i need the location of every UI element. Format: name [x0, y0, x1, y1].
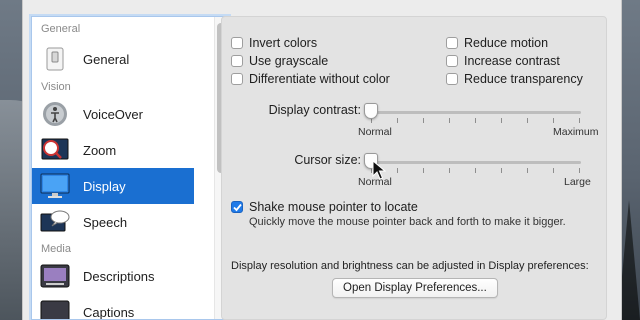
differentiate-without-color-option[interactable]: Differentiate without color — [231, 72, 390, 86]
slider-tick — [449, 118, 450, 123]
sidebar-item-label: Speech — [83, 214, 128, 230]
shake-pointer-description: Quickly move the mouse pointer back and … — [249, 216, 566, 228]
display-contrast-label: Display contrast: — [268, 103, 361, 117]
slider-tick — [553, 118, 554, 123]
switch-icon — [40, 45, 70, 73]
slider-tick — [579, 168, 580, 173]
speech-icon — [40, 208, 70, 236]
captions-icon — [40, 298, 70, 319]
sidebar-item-zoom[interactable]: Zoom — [32, 132, 194, 168]
sidebar-item-display[interactable]: Display — [32, 168, 194, 204]
use-grayscale-checkbox[interactable] — [231, 55, 243, 67]
slider-track — [369, 111, 581, 114]
sidebar-item-label: Display — [83, 178, 126, 194]
contrast-min-label: Normal — [358, 126, 392, 138]
increase-contrast-checkbox[interactable] — [446, 55, 458, 67]
slider-tick — [397, 118, 398, 123]
slider-tick — [423, 168, 424, 173]
sidebar-item-captions[interactable]: Captions — [32, 294, 194, 320]
checkbox-label: Use grayscale — [249, 54, 329, 68]
increase-contrast-option[interactable]: Increase contrast — [446, 54, 560, 68]
sidebar-item-descriptions[interactable]: Descriptions — [32, 258, 194, 294]
invert-colors-option[interactable]: Invert colors — [231, 36, 317, 50]
checkbox-label: Reduce motion — [464, 36, 549, 50]
shake-pointer-checkbox[interactable] — [231, 201, 243, 213]
cursor-size-slider[interactable] — [364, 153, 581, 173]
slider-tick — [475, 168, 476, 173]
slider-tick — [501, 118, 502, 123]
sidebar-item-label: Captions — [83, 304, 135, 320]
reduce-motion-option[interactable]: Reduce motion — [446, 36, 548, 50]
slider-tick — [579, 118, 580, 123]
sidebar-item-label: Zoom — [83, 142, 117, 158]
category-sidebar[interactable]: General General Vision VoiceOver Zoom Di — [31, 16, 229, 320]
slider-tick — [475, 118, 476, 123]
reduce-transparency-checkbox[interactable] — [446, 73, 458, 85]
display-contrast-slider[interactable] — [364, 103, 581, 123]
display-icon — [40, 172, 70, 200]
descriptions-icon — [40, 262, 70, 290]
slider-tick — [501, 168, 502, 173]
use-grayscale-option[interactable]: Use grayscale — [231, 54, 328, 68]
slider-tick — [553, 168, 554, 173]
checkbox-label: Differentiate without color — [249, 72, 390, 86]
display-contrast-knob[interactable] — [364, 103, 378, 119]
sidebar-item-voiceover[interactable]: VoiceOver — [32, 96, 194, 132]
sidebar-item-speech[interactable]: Speech — [32, 204, 194, 240]
sidebar-item-label: VoiceOver — [83, 106, 143, 122]
sidebar-item-label: General — [83, 51, 130, 67]
display-preferences-note: Display resolution and brightness can be… — [231, 260, 589, 272]
cursor-size-label: Cursor size: — [294, 153, 361, 167]
slider-tick — [397, 168, 398, 173]
shake-pointer-option[interactable]: Shake mouse pointer to locate — [231, 200, 418, 214]
open-display-preferences-button[interactable]: Open Display Preferences... — [332, 278, 498, 298]
contrast-max-label: Maximum — [553, 126, 599, 138]
reduce-transparency-option[interactable]: Reduce transparency — [446, 72, 583, 86]
checkbox-label: Shake mouse pointer to locate — [249, 200, 418, 214]
reduce-motion-checkbox[interactable] — [446, 37, 458, 49]
sidebar-item-label: Descriptions — [83, 268, 155, 284]
section-header-general: General — [41, 23, 81, 35]
slider-track — [369, 161, 581, 164]
checkbox-label: Increase contrast — [464, 54, 560, 68]
slider-tick — [527, 168, 528, 173]
slider-tick — [423, 118, 424, 123]
differentiate-without-color-checkbox[interactable] — [231, 73, 243, 85]
sidebar-item-general[interactable]: General — [32, 41, 194, 77]
section-header-media: Media — [41, 243, 71, 255]
voiceover-icon — [40, 100, 70, 128]
cursor-max-label: Large — [564, 176, 591, 188]
display-settings-pane: Invert colors Use grayscale Differentiat… — [221, 16, 607, 320]
slider-tick — [527, 118, 528, 123]
slider-tick — [449, 168, 450, 173]
checkbox-label: Reduce transparency — [464, 72, 583, 86]
accessibility-window: General General Vision VoiceOver Zoom Di — [22, 0, 622, 320]
mouse-pointer-icon — [372, 160, 386, 180]
checkbox-label: Invert colors — [249, 36, 318, 50]
invert-colors-checkbox[interactable] — [231, 37, 243, 49]
zoom-icon — [40, 136, 70, 164]
section-header-vision: Vision — [41, 81, 71, 93]
